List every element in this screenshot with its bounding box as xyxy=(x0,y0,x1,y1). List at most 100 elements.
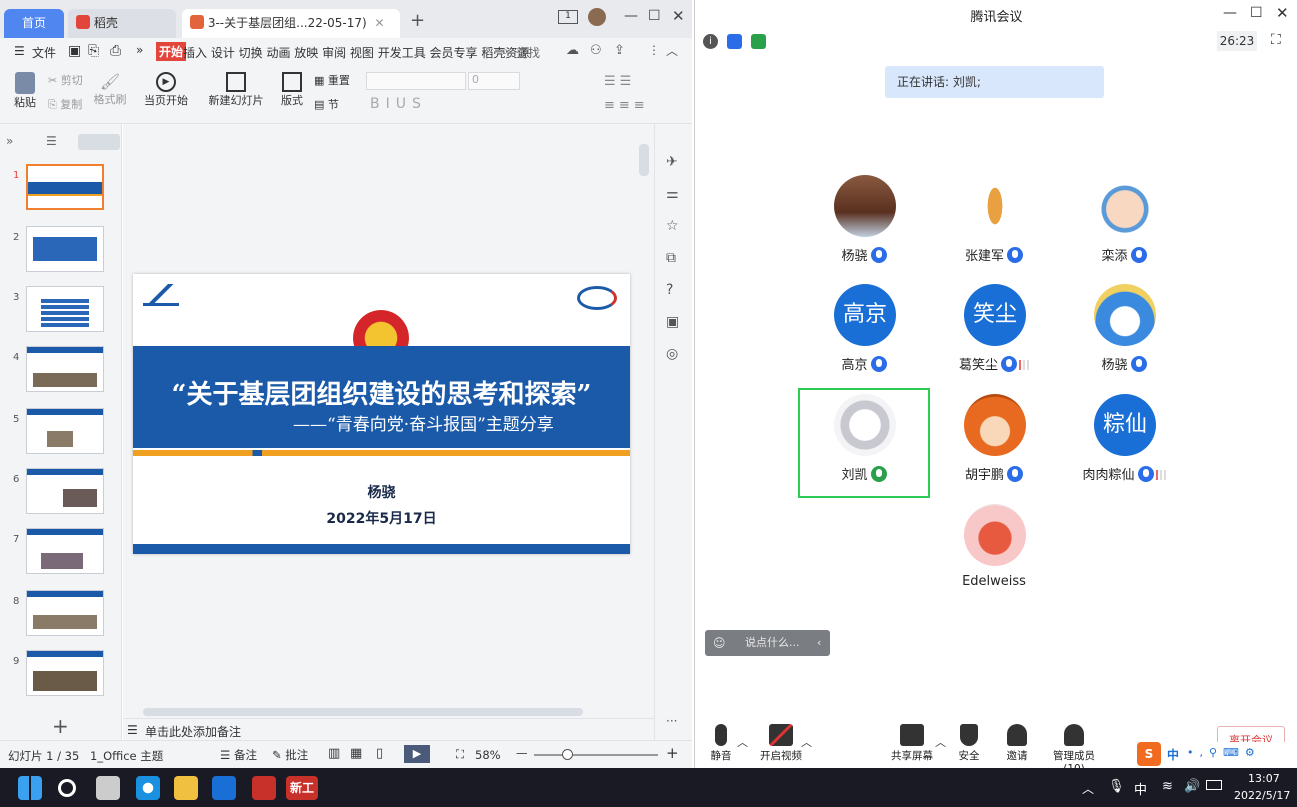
participant-tile[interactable]: 栾添 xyxy=(1059,175,1189,285)
emoji-icon[interactable]: ☺ xyxy=(713,630,726,656)
menu-icon[interactable]: ☰ xyxy=(14,44,25,58)
slideshow-play-button[interactable]: ▶ xyxy=(404,745,430,763)
comments-button[interactable]: ✎ 批注 xyxy=(272,747,308,763)
slide-thumbnail[interactable] xyxy=(26,286,104,332)
menu-file[interactable]: 文件 xyxy=(32,44,56,61)
start-icon[interactable] xyxy=(18,776,42,800)
thumbnail-view-icon[interactable] xyxy=(78,134,120,150)
chevron-up-icon[interactable]: ︿ xyxy=(1082,780,1094,797)
reading-view-icon[interactable]: ▯ xyxy=(376,746,383,761)
battery-icon[interactable] xyxy=(1206,780,1222,790)
fullscreen-icon[interactable]: ⛶ xyxy=(1271,32,1281,48)
menu-items[interactable]: 插入 设计 切换 动画 放映 审阅 视图 开发工具 会员专享 稻壳资源 xyxy=(183,44,529,61)
participant-tile[interactable]: 笑尘 葛笑尘 xyxy=(929,284,1059,394)
participant-tile[interactable]: Edelweiss xyxy=(929,504,1059,614)
rocket-icon[interactable]: ✈ xyxy=(666,154,678,170)
image-icon[interactable]: ▣ xyxy=(666,314,679,330)
tab-home[interactable]: 首页 xyxy=(4,9,64,38)
explorer-icon[interactable] xyxy=(174,776,198,800)
more-tools-icon[interactable]: ··· xyxy=(666,714,677,728)
notes-pane[interactable]: ☰ 单击此处添加备注 xyxy=(123,718,654,740)
search-label[interactable]: 查找 xyxy=(516,44,540,61)
ime-tools[interactable]: •,⚲⌨⚙ xyxy=(1187,746,1261,759)
font-style-buttons[interactable]: BIUS xyxy=(370,96,427,112)
collab-icon[interactable]: ⚇ xyxy=(590,43,602,58)
task-view-icon[interactable] xyxy=(96,776,120,800)
slide-thumbnail[interactable] xyxy=(26,528,104,574)
kebab-icon[interactable]: ⋮ xyxy=(648,43,660,57)
slide-thumbnail[interactable] xyxy=(26,408,104,454)
list-buttons[interactable]: ☰☰ xyxy=(604,74,635,89)
menu-start[interactable]: 开始 xyxy=(156,42,187,61)
invite-button[interactable]: 邀请 xyxy=(1003,724,1031,763)
window-layout-icon[interactable]: 1 xyxy=(558,10,578,24)
slide-thumbnail[interactable] xyxy=(26,468,104,514)
more-icon[interactable]: » xyxy=(136,43,143,57)
share-screen-button[interactable]: 共享屏幕 xyxy=(887,724,937,763)
user-avatar[interactable] xyxy=(588,8,606,26)
share-icon[interactable]: ⇪ xyxy=(614,43,625,58)
participant-tile[interactable]: 杨骁 xyxy=(1059,284,1189,394)
chat-input[interactable]: ☺ 说点什么... ‹ xyxy=(705,630,830,656)
save-icon[interactable]: ▣ xyxy=(68,43,81,59)
mute-button[interactable]: 静音 xyxy=(707,724,735,763)
fit-icon[interactable]: ⛶ xyxy=(456,747,464,762)
participant-tile[interactable]: 粽仙 肉肉粽仙 xyxy=(1059,394,1189,504)
tab-document[interactable]: 3--关于基层团组...22-05-17) ✕ xyxy=(182,9,400,38)
normal-view-icon[interactable]: ▥ xyxy=(328,746,340,761)
font-name-select[interactable] xyxy=(366,72,466,90)
slide-thumbnail[interactable] xyxy=(26,226,104,272)
wps-document-icon[interactable]: 新工 xyxy=(286,776,318,800)
info-icon[interactable]: i xyxy=(703,34,718,49)
minimize-icon[interactable]: — xyxy=(624,8,638,24)
adjust-icon[interactable]: ⚌ xyxy=(666,186,679,202)
zoom-in-icon[interactable]: + xyxy=(666,744,679,762)
signal-icon[interactable] xyxy=(751,34,766,49)
security-button[interactable]: 安全 xyxy=(955,724,983,763)
chevron-up-icon[interactable]: ︿ xyxy=(935,734,946,750)
chevron-up-icon[interactable]: ︿ xyxy=(737,734,748,750)
ime-indicator[interactable]: 中 xyxy=(1134,779,1147,798)
horizontal-scrollbar[interactable] xyxy=(143,708,583,716)
search-icon[interactable] xyxy=(58,779,76,797)
transition-icon[interactable]: ⧉ xyxy=(666,250,676,266)
layout-button[interactable]: 版式 xyxy=(276,72,308,108)
new-slide-button[interactable]: 新建幻灯片 xyxy=(206,72,266,108)
participant-tile[interactable]: 高京 高京 xyxy=(799,284,929,394)
add-slide-icon[interactable]: + xyxy=(52,714,69,738)
shield-icon[interactable] xyxy=(727,34,742,49)
current-slide[interactable]: “关于基层团组织建设的思考和探索” ——“青春向党·奋斗报国”主题分享 杨骁 2… xyxy=(133,274,630,554)
sogou-icon[interactable]: S xyxy=(1137,742,1161,766)
edge-icon[interactable] xyxy=(136,776,160,800)
slide-thumbnail[interactable] xyxy=(26,346,104,392)
participant-tile[interactable]: 杨骁 xyxy=(799,175,929,285)
zoom-slider-thumb[interactable] xyxy=(562,749,573,760)
ime-mode[interactable]: 中 xyxy=(1167,746,1179,763)
clock-time[interactable]: 13:07 xyxy=(1248,772,1280,785)
wifi-icon[interactable]: ≋ xyxy=(1162,779,1173,794)
tencent-meeting-icon[interactable] xyxy=(212,776,236,800)
paste-button[interactable]: 粘贴 xyxy=(10,72,40,110)
start-video-button[interactable]: 开启视频 xyxy=(755,724,807,763)
cloud-icon[interactable]: ☁ xyxy=(566,43,579,58)
copy-button[interactable]: ⎘ 复制 xyxy=(48,96,82,112)
font-size-select[interactable]: 0 xyxy=(468,72,520,90)
section-button[interactable]: ▤ 节 xyxy=(314,96,339,112)
format-painter-button[interactable]: 🖌 格式刷 xyxy=(92,72,128,107)
tab-daoke[interactable]: 稻壳 xyxy=(68,9,176,38)
animation-icon[interactable]: ☆ xyxy=(666,218,679,234)
maximize-icon[interactable]: ☐ xyxy=(648,8,661,24)
volume-icon[interactable]: 🔊 xyxy=(1184,779,1200,794)
chevron-left-icon[interactable]: ‹ xyxy=(817,630,821,656)
slide-thumbnail[interactable] xyxy=(26,590,104,636)
export-icon[interactable]: ⎘ xyxy=(88,43,99,59)
close-icon[interactable]: ✕ xyxy=(1276,4,1289,22)
clock-date[interactable]: 2022/5/17 xyxy=(1234,789,1290,802)
participant-tile[interactable]: 张建军 xyxy=(929,175,1059,285)
cut-button[interactable]: ✂ 剪切 xyxy=(48,72,83,88)
zoom-slider-track[interactable] xyxy=(534,754,658,756)
zoom-out-icon[interactable]: — xyxy=(516,746,528,760)
participant-tile[interactable]: 胡宇鹏 xyxy=(929,394,1059,504)
notes-button[interactable]: ☰ 备注 xyxy=(220,747,257,763)
location-icon[interactable]: ◎ xyxy=(666,346,678,362)
